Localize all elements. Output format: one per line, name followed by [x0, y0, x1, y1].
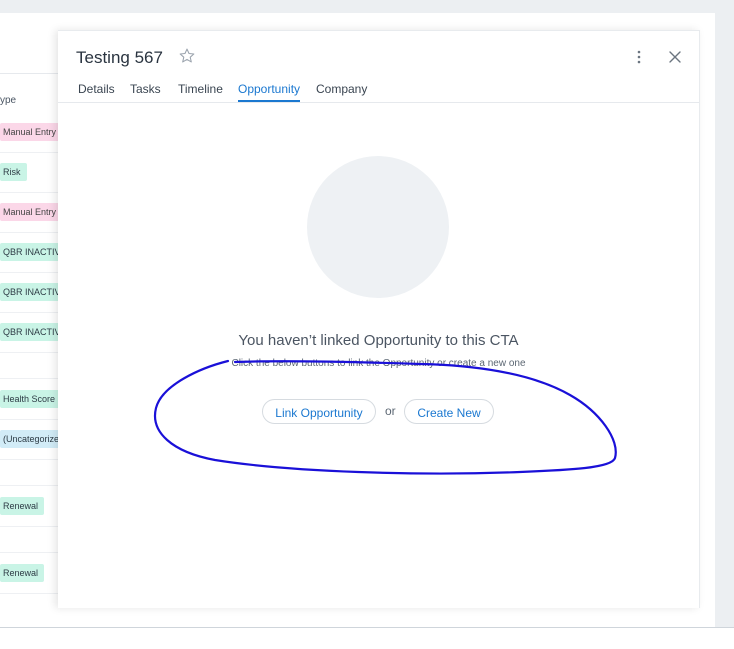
tab-opportunity[interactable]: Opportunity: [238, 82, 300, 96]
tab-company[interactable]: Company: [316, 82, 367, 96]
type-tag: Manual Entry: [0, 203, 63, 221]
active-tab-indicator: [238, 100, 300, 102]
type-tag: QBR INACTIV: [0, 243, 67, 261]
type-tag: Health Score: [0, 390, 62, 408]
drawer-title: Testing 567: [76, 48, 163, 67]
create-new-button[interactable]: Create New: [404, 399, 494, 424]
drawer-tabs: Details Tasks Timeline Opportunity Compa…: [58, 81, 699, 103]
type-tag: Manual Entry: [0, 123, 63, 141]
tab-timeline[interactable]: Timeline: [178, 82, 223, 96]
type-tag: (Uncategorize: [0, 430, 66, 448]
bottom-area: [0, 628, 734, 649]
type-column-header: ype: [0, 95, 17, 106]
empty-state-illustration: [307, 156, 449, 298]
cta-detail-drawer: Testing 567 Details Tasks Timeline Oppor…: [58, 30, 700, 608]
link-opportunity-button[interactable]: Link Opportunity: [262, 399, 376, 424]
type-tag: Risk: [0, 163, 27, 181]
right-gutter: [715, 13, 734, 627]
empty-state-title: You haven’t linked Opportunity to this C…: [238, 332, 519, 349]
type-tag: QBR INACTIV: [0, 283, 67, 301]
empty-state-subtitle: Click the below buttons to link the Oppo…: [231, 358, 526, 369]
tab-details[interactable]: Details: [78, 82, 115, 96]
more-options-icon[interactable]: [633, 49, 645, 65]
star-icon[interactable]: [178, 47, 196, 65]
close-icon[interactable]: [668, 50, 682, 64]
type-tag: Renewal: [0, 497, 45, 515]
or-separator: or: [385, 404, 396, 418]
type-tag: QBR INACTIV: [0, 323, 67, 341]
type-tag: Renewal: [0, 564, 45, 582]
tab-tasks[interactable]: Tasks: [130, 82, 161, 96]
top-bar: [0, 0, 734, 13]
